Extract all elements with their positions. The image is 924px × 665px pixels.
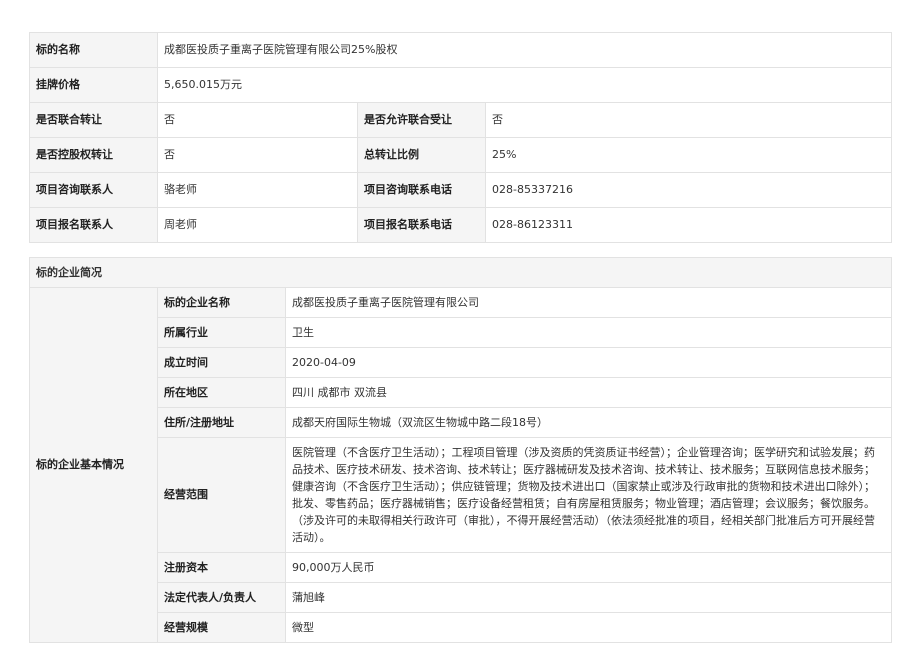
company-row: 所属行业 卫生 [30,317,893,348]
address-label: 住所/注册地址 [157,407,286,438]
address-value: 成都天府国际生物城（双流区生物城中路二段18号） [284,407,893,438]
total-ratio-label: 总转让比例 [357,137,486,173]
listing-price-value: 5,650.015万元 [156,67,893,103]
company-section-title: 标的企业简况 [28,257,893,288]
industry-value: 卫生 [284,317,893,348]
joint-transfer-value: 否 [157,102,358,138]
row-joint-transfer: 是否联合转让 否 是否允许联合受让 否 [29,102,893,138]
target-name-label: 标的名称 [29,32,158,68]
company-row: 注册资本 90,000万人民币 [30,552,893,583]
company-section-header: 标的企业简况 [28,257,893,288]
signup-phone-label: 项目报名联系电话 [357,207,486,243]
legal-rep-label: 法定代表人/负责人 [157,582,286,613]
company-row: 住所/注册地址 成都天府国际生物城（双流区生物城中路二段18号） [30,407,893,438]
allow-joint-transferee-label: 是否允许联合受让 [357,102,486,138]
row-consult-contact: 项目咨询联系人 骆老师 项目咨询联系电话 028-85337216 [29,172,893,208]
legal-rep-value: 蒲旭峰 [284,582,893,613]
row-target-name: 标的名称 成都医投质子重离子医院管理有限公司25%股权 [29,32,893,68]
control-transfer-value: 否 [157,137,358,173]
business-scope-label: 经营范围 [157,437,286,553]
company-row: 法定代表人/负责人 蒲旭峰 [30,582,893,613]
signup-phone-value: 028-86123311 [484,207,893,243]
consult-contact-label: 项目咨询联系人 [29,172,158,208]
company-row: 经营范围 医院管理（不含医疗卫生活动）；工程项目管理（涉及资质的凭资质证书经营）… [30,437,893,553]
listing-price-label: 挂牌价格 [29,67,158,103]
business-scope-value: 医院管理（不含医疗卫生活动）；工程项目管理（涉及资质的凭资质证书经营）；企业管理… [284,437,893,553]
signup-contact-label: 项目报名联系人 [29,207,158,243]
founded-date-value: 2020-04-09 [284,347,893,378]
company-row: 标的企业基本情况 标的企业名称 成都医投质子重离子医院管理有限公司 [29,287,893,643]
company-profile-table: 标的企业简况 标的企业基本情况 标的企业名称 成都医投质子重离子医院管理有限公司… [28,257,893,643]
founded-date-label: 成立时间 [157,347,286,378]
company-row: 所在地区 四川 成都市 双流县 [30,377,893,408]
signup-contact-value: 周老师 [157,207,358,243]
region-value: 四川 成都市 双流县 [284,377,893,408]
company-name-value: 成都医投质子重离子医院管理有限公司 [284,287,893,318]
total-ratio-value: 25% [484,137,893,173]
company-name-label: 标的企业名称 [157,287,286,318]
target-name-value: 成都医投质子重离子医院管理有限公司25%股权 [156,32,893,68]
registered-capital-label: 注册资本 [157,552,286,583]
business-scale-value: 微型 [284,612,893,643]
company-row: 成立时间 2020-04-09 [30,347,893,378]
row-listing-price: 挂牌价格 5,650.015万元 [29,67,893,103]
registered-capital-value: 90,000万人民币 [284,552,893,583]
consult-contact-value: 骆老师 [157,172,358,208]
industry-label: 所属行业 [157,317,286,348]
company-row: 经营规模 微型 [30,612,893,643]
transfer-info-table: 标的名称 成都医投质子重离子医院管理有限公司25%股权 挂牌价格 5,650.0… [29,32,893,243]
row-signup-contact: 项目报名联系人 周老师 项目报名联系电话 028-86123311 [29,207,893,243]
consult-phone-value: 028-85337216 [484,172,893,208]
region-label: 所在地区 [157,377,286,408]
allow-joint-transferee-value: 否 [484,102,893,138]
row-control-transfer: 是否控股权转让 否 总转让比例 25% [29,137,893,173]
joint-transfer-label: 是否联合转让 [29,102,158,138]
company-group-label: 标的企业基本情况 [29,287,158,643]
business-scale-label: 经营规模 [157,612,286,643]
consult-phone-label: 项目咨询联系电话 [357,172,486,208]
control-transfer-label: 是否控股权转让 [29,137,158,173]
